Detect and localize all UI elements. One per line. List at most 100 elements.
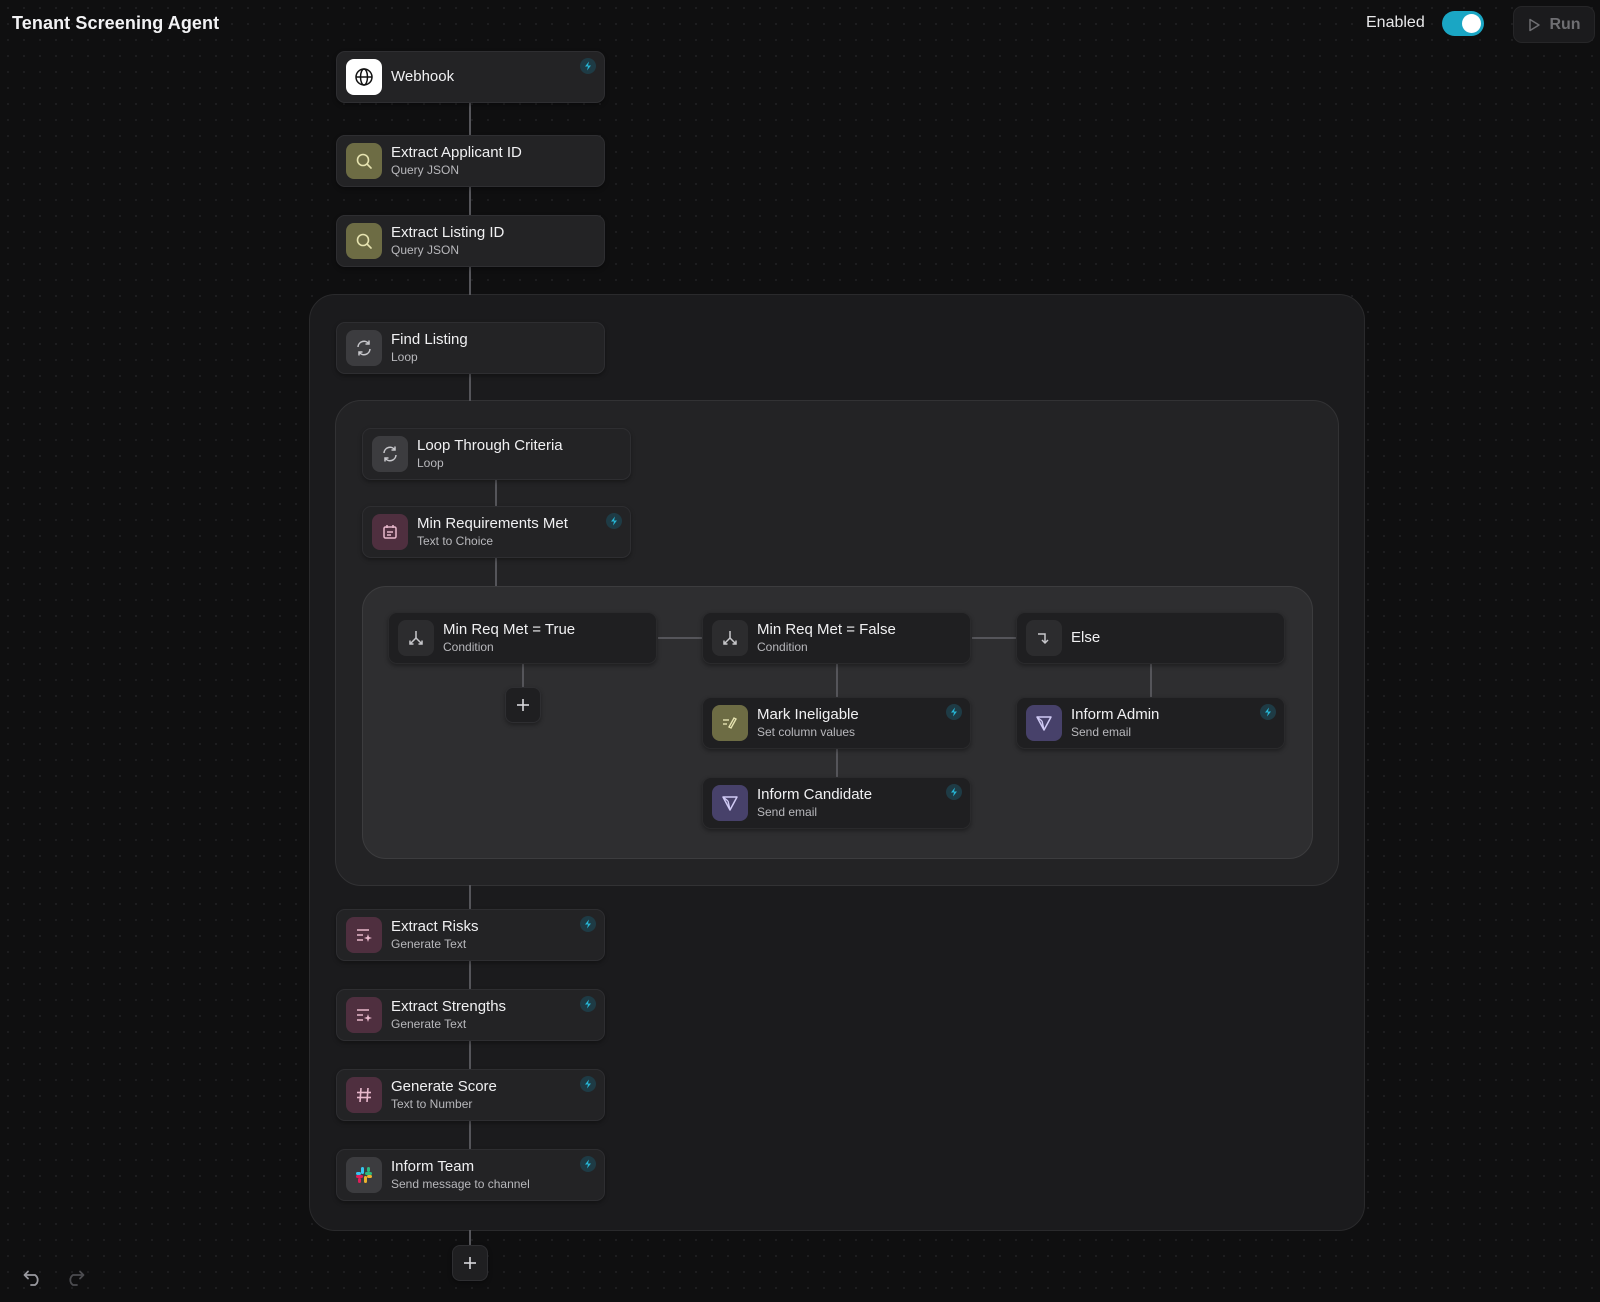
connector: [836, 664, 838, 697]
bolt-icon: [580, 1156, 596, 1172]
branch-icon: [712, 620, 748, 656]
branch-icon: [398, 620, 434, 656]
node-title: Else: [1071, 629, 1101, 646]
node-title: Min Requirements Met: [417, 515, 568, 533]
node-subtitle: Generate Text: [391, 1017, 467, 1032]
run-label: Run: [1549, 15, 1581, 33]
connector: [469, 187, 471, 215]
node-subtitle: Send email: [1071, 725, 1132, 740]
choice-icon: [372, 514, 408, 550]
node-subtitle: Send message to channel: [391, 1177, 530, 1192]
connector: [469, 103, 471, 135]
connector: [1150, 664, 1152, 697]
else-arrow-icon: [1026, 620, 1062, 656]
node-title: Extract Risks: [391, 918, 479, 936]
node-extract-applicant-id[interactable]: Extract Applicant ID Query JSON: [336, 135, 605, 187]
pencil-icon: [712, 705, 748, 741]
connector: [469, 885, 471, 909]
node-title: Generate Score: [391, 1078, 497, 1096]
node-subtitle: Send email: [757, 805, 818, 820]
connector: [469, 1121, 471, 1149]
node-title: Inform Admin: [1071, 706, 1160, 724]
connector: [972, 637, 1016, 639]
bolt-icon: [580, 996, 596, 1012]
bolt-icon: [580, 916, 596, 932]
node-loop-through-criteria[interactable]: Loop Through Criteria Loop: [362, 428, 631, 480]
send-icon: [1026, 705, 1062, 741]
node-subtitle: Text to Choice: [417, 534, 494, 549]
node-subtitle: Generate Text: [391, 937, 467, 952]
node-title: Extract Listing ID: [391, 224, 505, 242]
enabled-toggle[interactable]: [1442, 11, 1484, 36]
loop-icon: [346, 330, 382, 366]
node-mark-ineligable[interactable]: Mark Ineligable Set column values: [702, 697, 971, 749]
add-step-button[interactable]: [505, 687, 541, 723]
node-subtitle: Loop: [417, 456, 444, 471]
node-title: Min Req Met = False: [757, 621, 896, 639]
node-condition-else[interactable]: Else: [1016, 612, 1285, 664]
redo-button[interactable]: [62, 1267, 88, 1289]
node-inform-admin[interactable]: Inform Admin Send email: [1016, 697, 1285, 749]
node-title: Inform Candidate: [757, 786, 873, 804]
node-extract-risks[interactable]: Extract Risks Generate Text: [336, 909, 605, 961]
connector: [469, 1041, 471, 1069]
connector: [469, 267, 471, 295]
run-button[interactable]: Run: [1513, 6, 1595, 43]
page-title: Tenant Screening Agent: [12, 13, 220, 33]
node-condition-true[interactable]: Min Req Met = True Condition: [388, 612, 657, 664]
node-inform-team[interactable]: Inform Team Send message to channel: [336, 1149, 605, 1201]
node-title: Webhook: [391, 68, 455, 85]
globe-icon: [346, 59, 382, 95]
connector: [495, 480, 497, 506]
generate-text-icon: [346, 917, 382, 953]
search-icon: [346, 143, 382, 179]
search-icon: [346, 223, 382, 259]
connector: [469, 374, 471, 401]
node-min-requirements-met[interactable]: Min Requirements Met Text to Choice: [362, 506, 631, 558]
node-subtitle: Set column values: [757, 725, 856, 740]
node-subtitle: Loop: [391, 350, 418, 365]
connector: [495, 558, 497, 586]
node-generate-score[interactable]: Generate Score Text to Number: [336, 1069, 605, 1121]
connector: [522, 664, 524, 688]
node-title: Find Listing: [391, 331, 468, 349]
node-subtitle: Query JSON: [391, 243, 460, 258]
connector: [658, 637, 702, 639]
node-extract-strengths[interactable]: Extract Strengths Generate Text: [336, 989, 605, 1041]
redo-icon: [69, 1270, 85, 1286]
add-step-button[interactable]: [452, 1245, 488, 1281]
plus-icon: [517, 699, 529, 711]
connector: [836, 749, 838, 777]
send-icon: [712, 785, 748, 821]
loop-icon: [372, 436, 408, 472]
node-subtitle: Query JSON: [391, 163, 460, 178]
node-extract-listing-id[interactable]: Extract Listing ID Query JSON: [336, 215, 605, 267]
node-subtitle: Text to Number: [391, 1097, 473, 1112]
generate-text-icon: [346, 997, 382, 1033]
bolt-icon: [606, 513, 622, 529]
node-title: Inform Team: [391, 1158, 475, 1176]
undo-icon: [23, 1270, 39, 1286]
node-title: Extract Applicant ID: [391, 144, 522, 162]
node-subtitle: Condition: [757, 640, 808, 655]
node-condition-false[interactable]: Min Req Met = False Condition: [702, 612, 971, 664]
bolt-icon: [580, 58, 596, 74]
node-subtitle: Condition: [443, 640, 494, 655]
node-title: Min Req Met = True: [443, 621, 576, 639]
toggle-knob: [1462, 14, 1481, 33]
node-find-listing[interactable]: Find Listing Loop: [336, 322, 605, 374]
bolt-icon: [1260, 704, 1276, 720]
node-webhook[interactable]: Webhook: [336, 51, 605, 103]
play-icon: [1529, 18, 1541, 31]
connector: [469, 961, 471, 989]
bolt-icon: [580, 1076, 596, 1092]
node-title: Extract Strengths: [391, 998, 507, 1016]
undo-button[interactable]: [20, 1267, 46, 1289]
bolt-icon: [946, 784, 962, 800]
slack-icon: [346, 1157, 382, 1193]
hash-icon: [346, 1077, 382, 1113]
node-inform-candidate[interactable]: Inform Candidate Send email: [702, 777, 971, 829]
node-title: Loop Through Criteria: [417, 437, 563, 455]
node-title: Mark Ineligable: [757, 706, 859, 724]
enabled-label: Enabled: [1366, 14, 1425, 31]
